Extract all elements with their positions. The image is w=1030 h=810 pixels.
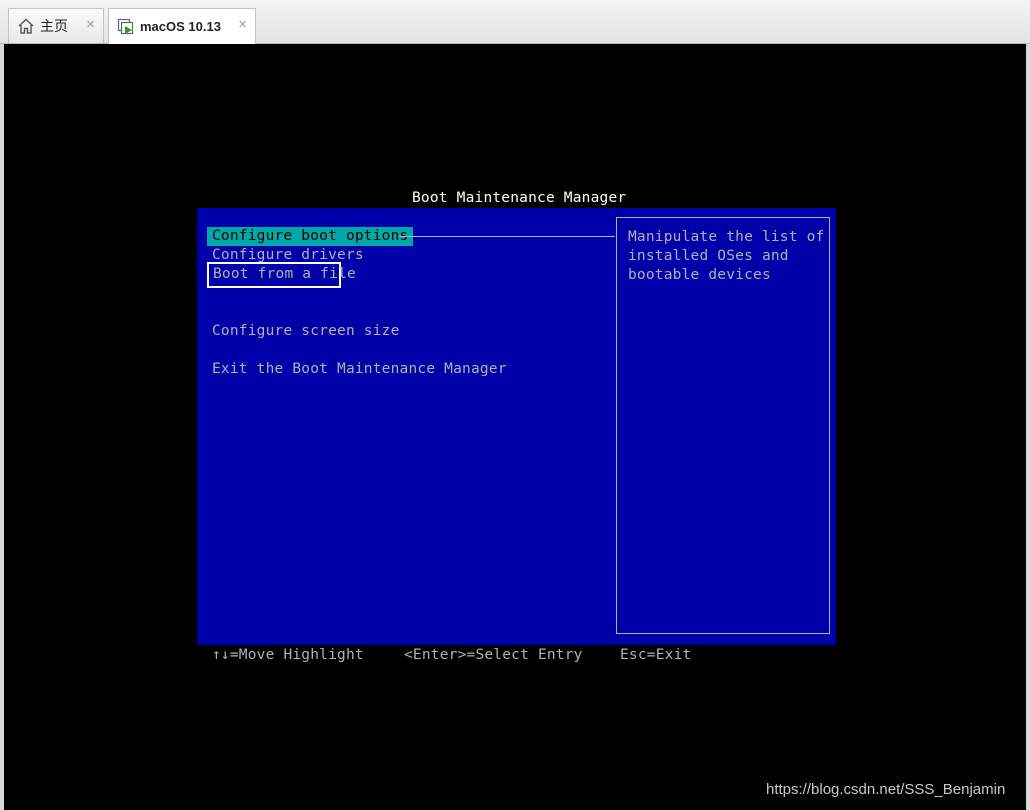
- tab-home-label: 主页: [40, 18, 68, 34]
- window-left-border: [0, 44, 4, 810]
- footer-exit-hint: Esc=Exit: [620, 647, 692, 663]
- menu-item-exit[interactable]: Exit the Boot Maintenance Manager: [212, 360, 507, 379]
- tab-home[interactable]: 主页 ×: [8, 8, 104, 43]
- menu-item-boot-from-file[interactable]: Boot from a file: [207, 262, 356, 288]
- bios-title: Boot Maintenance Manager: [412, 190, 627, 206]
- vm-running-icon: [116, 17, 136, 37]
- help-line: bootable devices: [628, 267, 771, 283]
- footer-move-hint: ↑↓=Move Highlight: [212, 647, 364, 663]
- menu-item-configure-screen-size[interactable]: Configure screen size: [212, 322, 400, 341]
- selection-connector-line: [399, 236, 615, 237]
- home-icon: [16, 16, 36, 36]
- close-icon[interactable]: ×: [86, 16, 95, 33]
- vm-console[interactable]: Boot Maintenance Manager Configure boot …: [4, 44, 1028, 810]
- footer-select-hint: <Enter>=Select Entry: [404, 647, 583, 663]
- help-line: installed OSes and: [628, 248, 789, 264]
- tab-vm-label: macOS 10.13: [140, 19, 221, 34]
- watermark: https://blog.csdn.net/SSS_Benjamin: [766, 781, 1006, 798]
- help-panel: Manipulate the list of installed OSes and…: [616, 217, 830, 634]
- tab-bar: 主页 × macOS 10.13 ×: [0, 0, 1030, 44]
- close-icon[interactable]: ×: [238, 16, 247, 33]
- tab-vm[interactable]: macOS 10.13 ×: [108, 8, 256, 44]
- window-right-border: [1026, 44, 1030, 810]
- menu-item-configure-boot-options[interactable]: Configure boot options: [207, 227, 414, 246]
- help-line: Manipulate the list of: [628, 229, 825, 245]
- help-text: Manipulate the list of installed OSes and…: [628, 228, 824, 285]
- bios-panel: Configure boot options Configure drivers…: [197, 208, 836, 645]
